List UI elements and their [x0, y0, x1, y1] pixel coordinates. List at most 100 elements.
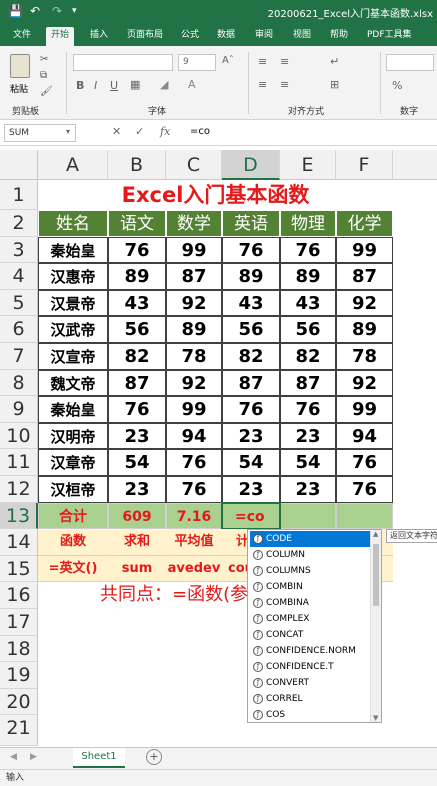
cut-icon[interactable]: ✂	[40, 54, 48, 65]
cancel-icon[interactable]: ✕	[112, 125, 121, 138]
redo-icon[interactable]: ↷	[52, 4, 62, 18]
merge-icon[interactable]: ⊞	[330, 78, 339, 91]
sheet-title[interactable]: Excel入门基本函数	[38, 180, 393, 210]
data-cell[interactable]: 秦始皇	[38, 396, 108, 423]
row-header[interactable]: 17	[0, 609, 38, 636]
name-box-dropdown-icon[interactable]: ▾	[66, 127, 70, 136]
autocomplete-item[interactable]: ƒ CONFIDENCE.NORM	[250, 643, 370, 659]
row-header[interactable]: 16	[0, 582, 38, 609]
row-header[interactable]: 21	[0, 715, 38, 747]
data-cell[interactable]: 汉惠帝	[38, 263, 108, 290]
row-header[interactable]: 12	[0, 476, 38, 503]
data-cell[interactable]: 82	[280, 343, 336, 370]
data-cell[interactable]: 魏文帝	[38, 369, 108, 397]
align-middle-icon[interactable]: ≡	[280, 55, 289, 68]
autocomplete-item[interactable]: ƒ CONVERT	[250, 675, 370, 691]
data-cell[interactable]: 23	[108, 476, 166, 503]
data-cell[interactable]: 76	[108, 236, 166, 264]
align-center-icon[interactable]: ≡	[280, 78, 289, 91]
paste-icon[interactable]	[10, 54, 30, 78]
total-cell[interactable]	[280, 502, 336, 530]
font-color-icon[interactable]: A	[188, 78, 196, 91]
data-cell[interactable]: 23	[280, 476, 336, 503]
row-header[interactable]: 19	[0, 662, 38, 689]
header-cell[interactable]: 姓名	[38, 210, 108, 237]
data-cell[interactable]: 43	[222, 289, 280, 317]
tab-view[interactable]: 视图	[288, 27, 316, 46]
syntax-cell[interactable]: sum	[108, 555, 166, 583]
data-cell[interactable]: 89	[166, 316, 222, 343]
func-cell[interactable]: 函数	[38, 529, 108, 556]
note-text[interactable]: 共同点：=函数(参	[100, 580, 248, 606]
func-cell[interactable]: 平均值	[166, 529, 222, 556]
data-cell[interactable]: 76	[222, 236, 280, 264]
percent-icon[interactable]: %	[392, 79, 402, 92]
tab-help[interactable]: 帮助	[325, 27, 353, 46]
column-header-e[interactable]: E	[280, 150, 336, 180]
total-cell[interactable]: 609	[108, 502, 166, 530]
data-cell[interactable]: 92	[166, 289, 222, 317]
data-cell[interactable]: 76	[108, 396, 166, 423]
data-cell[interactable]: 汉章帝	[38, 449, 108, 476]
autocomplete-item[interactable]: ƒ COLUMNS	[250, 563, 370, 579]
grow-font-icon[interactable]: Aˆ	[222, 55, 234, 66]
data-cell[interactable]: 99	[336, 396, 393, 423]
align-top-icon[interactable]: ≡	[258, 55, 267, 68]
data-cell[interactable]: 87	[336, 263, 393, 290]
undo-icon[interactable]: ↶	[30, 4, 40, 18]
data-cell[interactable]: 43	[280, 289, 336, 317]
data-cell[interactable]: 76	[336, 449, 393, 476]
autocomplete-item[interactable]: ƒ COMBIN	[250, 579, 370, 595]
data-cell[interactable]: 23	[280, 422, 336, 450]
header-cell[interactable]: 化学	[336, 210, 393, 237]
column-header-c[interactable]: C	[166, 150, 222, 180]
data-cell[interactable]: 23	[222, 476, 280, 503]
data-cell[interactable]: 89	[336, 316, 393, 343]
data-cell[interactable]: 54	[280, 449, 336, 476]
number-format-select[interactable]	[386, 54, 434, 71]
data-cell[interactable]: 78	[166, 343, 222, 370]
data-cell[interactable]: 汉景帝	[38, 289, 108, 317]
row-header[interactable]: 4	[0, 263, 38, 290]
border-icon[interactable]: ▦	[130, 78, 140, 91]
column-header-a[interactable]: A	[38, 150, 108, 180]
tab-file[interactable]: 文件	[8, 27, 36, 46]
row-header[interactable]: 7	[0, 343, 38, 370]
italic-icon[interactable]: I	[94, 79, 97, 92]
data-cell[interactable]: 89	[108, 263, 166, 290]
column-header-f[interactable]: F	[336, 150, 393, 180]
row-header[interactable]: 20	[0, 688, 38, 716]
row-header[interactable]: 11	[0, 449, 38, 476]
data-cell[interactable]: 92	[336, 369, 393, 397]
data-cell[interactable]: 82	[222, 343, 280, 370]
header-cell[interactable]: 数学	[166, 210, 222, 237]
data-cell[interactable]: 92	[166, 369, 222, 397]
data-cell[interactable]: 43	[108, 289, 166, 317]
font-size-select[interactable]: 9	[178, 54, 216, 71]
tab-data[interactable]: 数据	[212, 27, 240, 46]
row-header[interactable]: 8	[0, 369, 38, 397]
data-cell[interactable]: 76	[280, 396, 336, 423]
data-cell[interactable]: 94	[166, 422, 222, 450]
total-label-cell[interactable]: 合计	[38, 502, 108, 530]
autocomplete-item[interactable]: ƒ COS	[250, 707, 370, 722]
formula-input[interactable]: =co	[190, 126, 210, 137]
data-cell[interactable]: 汉桓帝	[38, 476, 108, 503]
column-header-g[interactable]	[393, 150, 437, 180]
header-cell[interactable]: 语文	[108, 210, 166, 237]
data-cell[interactable]: 54	[108, 449, 166, 476]
prev-sheet-icon[interactable]: ◀	[10, 752, 17, 762]
total-cell[interactable]: 7.16	[166, 502, 222, 530]
tab-pdf-tools[interactable]: PDF工具集	[362, 27, 417, 46]
total-cell[interactable]	[336, 502, 393, 530]
paste-button[interactable]: 粘贴	[10, 82, 28, 95]
tab-formulas[interactable]: 公式	[176, 27, 204, 46]
insert-function-icon[interactable]: fx	[160, 125, 170, 138]
autocomplete-item[interactable]: ƒ CONFIDENCE.T	[250, 659, 370, 675]
data-cell[interactable]: 54	[222, 449, 280, 476]
row-header[interactable]: 14	[0, 529, 38, 556]
row-header[interactable]: 6	[0, 316, 38, 343]
autocomplete-item[interactable]: ƒ CODE	[250, 531, 370, 547]
next-sheet-icon[interactable]: ▶	[30, 752, 37, 762]
data-cell[interactable]: 23	[222, 422, 280, 450]
